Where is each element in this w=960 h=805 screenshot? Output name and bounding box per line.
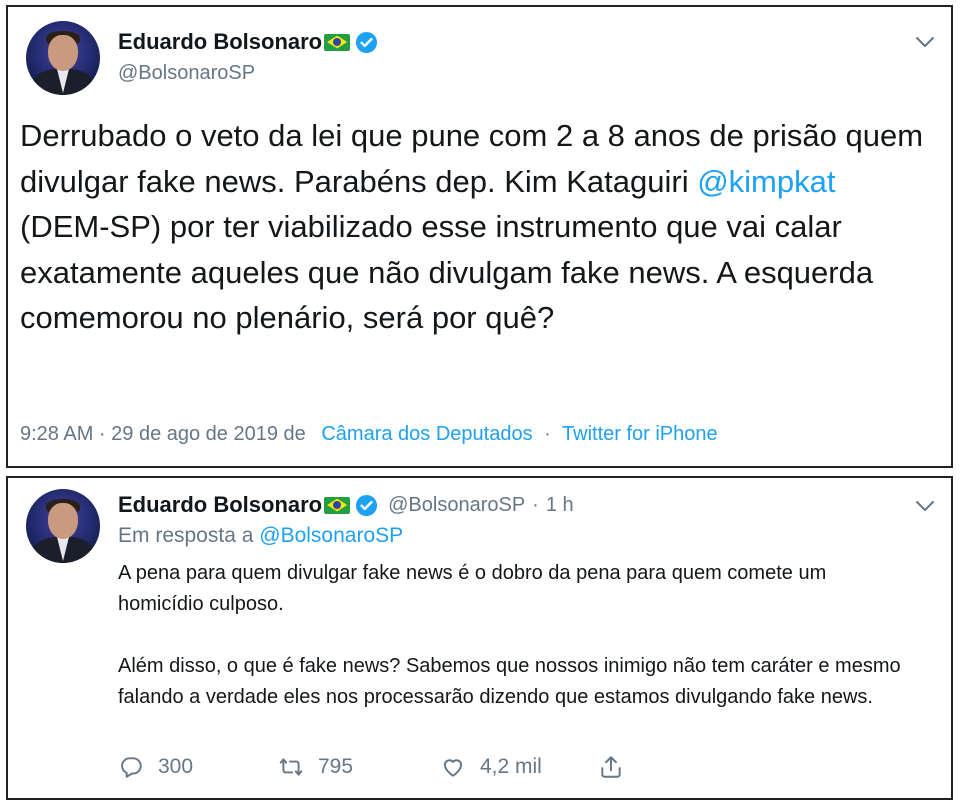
heart-icon [443,759,463,777]
like-button[interactable]: 4,2 mil [440,754,598,780]
reply-author-avatar[interactable] [26,489,100,563]
share-button[interactable] [598,754,624,780]
action-bar: 300 795 4,2 mil [118,754,624,780]
author-name-row: Eduardo Bolsonaro [118,29,378,55]
verified-badge-icon [355,494,378,517]
author-handle[interactable]: @BolsonaroSP [118,62,255,85]
tweet-text: Derrubado o veto da lei que pune com 2 a… [20,113,925,341]
meta-separator: · [544,423,551,445]
reply-count: 300 [158,755,194,778]
chevron-down-icon[interactable] [915,36,935,48]
tweet-meta: 9:28 AM · 29 de ago de 2019 de Câmara do… [20,423,718,446]
like-count: 4,2 mil [480,755,542,778]
tweet-text-part: (DEM-SP) por ter viabilizado esse instru… [20,209,874,335]
retweet-icon [279,758,303,776]
reply-paragraph: A pena para quem divulgar fake news é o … [118,562,827,615]
retweet-count: 795 [318,755,354,778]
verified-badge-icon [355,31,378,54]
tweet-location[interactable]: Câmara dos Deputados [321,423,532,445]
brazil-flag-icon [324,496,351,514]
reply-prefix: Em resposta a [118,524,254,547]
author-avatar[interactable] [26,21,100,95]
retweet-button[interactable]: 795 [278,754,440,780]
time-separator: · [532,493,539,516]
reply-text: A pena para quem divulgar fake news é o … [118,558,908,713]
reply-paragraph: Além disso, o que é fake news? Sabemos q… [118,655,901,708]
reply-button[interactable]: 300 [118,754,278,780]
reply-author-row: Eduardo Bolsonaro @BolsonaroSP · 1 h [118,492,574,518]
mention-link[interactable]: @kimpkat [697,164,835,199]
reply-time[interactable]: 1 h [546,494,574,517]
reply-to-handle[interactable]: @BolsonaroSP [259,524,403,547]
author-name[interactable]: Eduardo Bolsonaro [118,29,322,55]
reply-context: Em resposta a @BolsonaroSP [118,524,403,548]
chevron-down-icon[interactable] [915,500,935,512]
reply-author-name[interactable]: Eduardo Bolsonaro [118,492,322,518]
reply-author-handle[interactable]: @BolsonaroSP [388,494,525,517]
share-icon [601,756,621,778]
tweet-timestamp[interactable]: 9:28 AM · 29 de ago de 2019 de [20,423,306,445]
tweet-source[interactable]: Twitter for iPhone [562,423,718,445]
brazil-flag-icon [324,33,351,51]
reply-icon [121,757,142,778]
